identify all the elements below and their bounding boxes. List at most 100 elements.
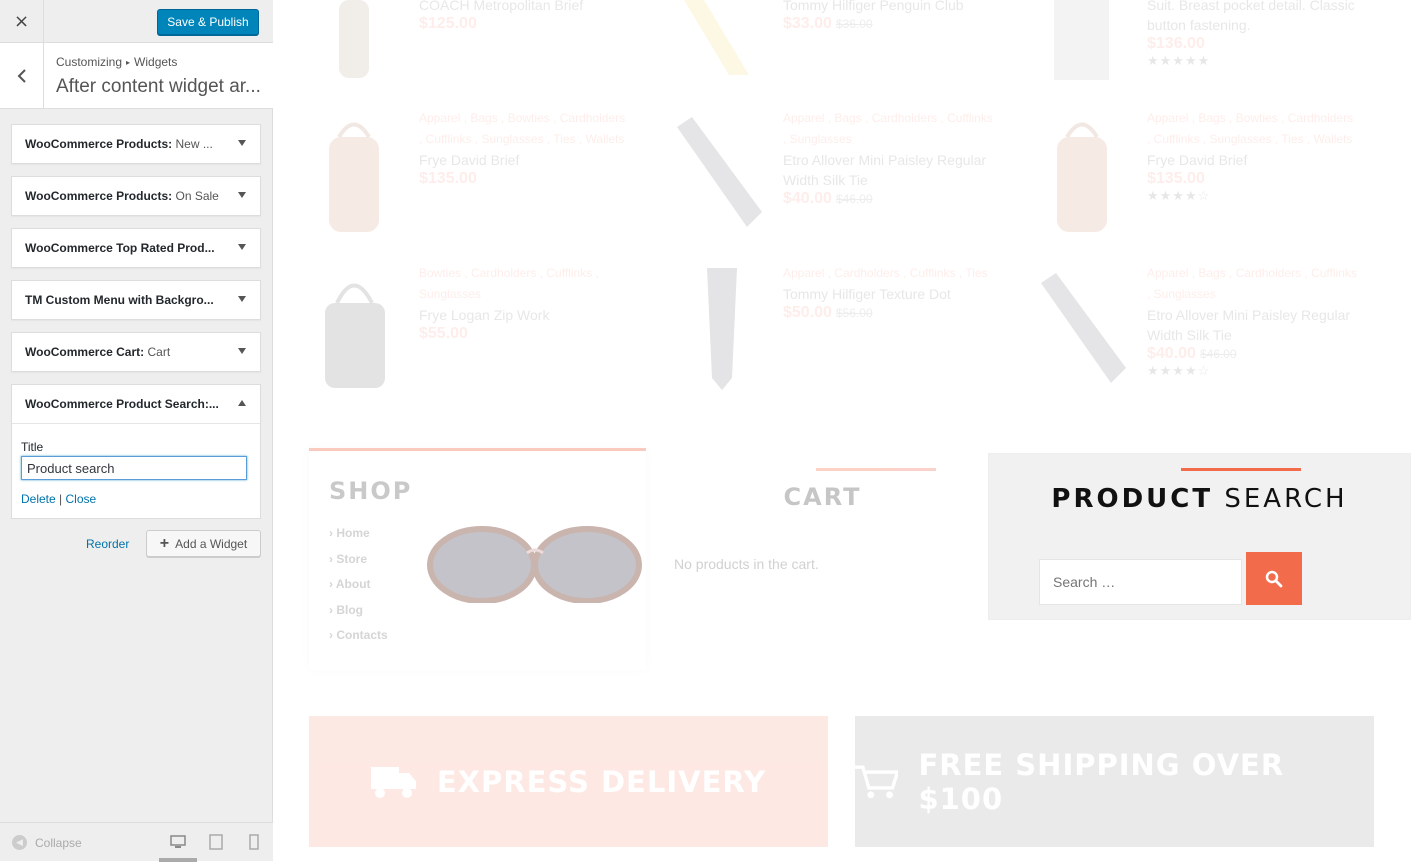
plus-icon: +	[159, 534, 170, 552]
section-title: After content widget ar...	[56, 76, 261, 97]
desktop-preview-icon[interactable]	[170, 834, 186, 850]
widget-woocommerce-product-search[interactable]: WooCommerce Product Search:...	[11, 384, 261, 424]
title-bold: PRODUCT	[1051, 484, 1214, 514]
product-card: Apparel , Cardholders , Cufflinks , Ties…	[783, 263, 998, 322]
express-delivery-banner: EXPRESS DELIVERY	[309, 716, 828, 847]
widget-woocommerce-top-rated[interactable]: WooCommerce Top Rated Prod...	[11, 228, 261, 268]
site-preview: COACH Metropolitan Brief $125.00 Tommy H…	[274, 0, 1411, 861]
widget-woocommerce-cart[interactable]: WooCommerce Cart: Cart	[11, 332, 261, 372]
banner-text: FREE SHIPPING OVER $100	[918, 747, 1285, 816]
add-widget-label: Add a Widget	[175, 536, 248, 551]
shop-menu: › Home › Store › About › Blog › Contacts	[329, 521, 388, 649]
shop-menu-widget: SHOP › Home › Store › About › Blog › Con…	[309, 448, 646, 670]
price-current: $136.00	[1147, 35, 1205, 52]
product-card: Apparel , Bags , Bowties , Cardholders ,…	[1147, 108, 1362, 204]
reorder-link[interactable]: Reorder	[86, 537, 129, 551]
product-name: COACH Metropolitan Brief	[419, 0, 584, 13]
widget-name: WooCommerce Top Rated Prod...	[25, 241, 215, 255]
back-button[interactable]	[0, 43, 44, 108]
widget-toggle-icon[interactable]	[238, 348, 246, 354]
widget-name: WooCommerce Products:	[25, 137, 173, 151]
product-price: $136.00	[1147, 35, 1377, 53]
add-widget-button[interactable]: + Add a Widget	[146, 530, 261, 557]
widget-name: WooCommerce Product Search:...	[25, 397, 219, 411]
product-search-input[interactable]	[1039, 559, 1242, 605]
shop-menu-item[interactable]: › About	[329, 572, 388, 598]
customizer-footer: ◀ Collapse	[0, 822, 273, 862]
shop-menu-item[interactable]: › Store	[329, 547, 388, 573]
widget-subtitle: New ...	[175, 137, 213, 151]
collapse-button[interactable]: ◀ Collapse	[12, 835, 82, 850]
product-search-title: PRODUCT SEARCH	[989, 484, 1410, 514]
product-card: Apparel , Bags , Bowties , Cardholders ,…	[419, 108, 634, 188]
search-accent-bar	[1181, 468, 1301, 471]
widget-toggle-icon[interactable]	[238, 400, 246, 406]
tablet-preview-icon[interactable]	[208, 834, 224, 850]
price-old: $46.00	[835, 192, 873, 206]
price-current: $135.00	[1147, 170, 1205, 187]
banner-text: EXPRESS DELIVERY	[436, 764, 767, 799]
title-light: SEARCH	[1224, 484, 1348, 514]
widget-woocommerce-products-new[interactable]: WooCommerce Products: New ...	[11, 124, 261, 164]
product-thumbnail	[684, 0, 749, 75]
cart-title: CART	[783, 483, 862, 511]
product-categories: Apparel , Bags , Bowties , Cardholders ,…	[419, 111, 626, 146]
price-current: $125.00	[419, 15, 477, 32]
mobile-preview-icon[interactable]	[246, 834, 262, 850]
close-icon: ×	[13, 11, 30, 32]
widget-title: WooCommerce Product Search:...	[25, 397, 225, 411]
shop-title: SHOP	[329, 477, 413, 505]
widget-toggle-icon[interactable]	[238, 192, 246, 198]
rating-stars: ★★★★☆	[1147, 188, 1211, 203]
breadcrumb-current: Widgets	[134, 55, 178, 69]
widget-form: Title Delete | Close	[11, 423, 261, 519]
shop-menu-item[interactable]: › Contacts	[329, 623, 388, 649]
close-link[interactable]: Close	[66, 492, 97, 506]
widget-toggle-icon[interactable]	[238, 244, 246, 250]
widget-title: TM Custom Menu with Backgro...	[25, 293, 225, 307]
breadcrumb-separator: ▸	[126, 58, 131, 67]
customizer-header: × Save & Publish	[0, 0, 273, 43]
shop-menu-item[interactable]: › Blog	[329, 598, 388, 624]
product-card: Tommy Hilfiger Penguin Club $33.00 $36.00	[783, 0, 998, 33]
widget-name: WooCommerce Products:	[25, 189, 173, 203]
product-name: Suit. Breast pocket detail. Classic butt…	[1147, 0, 1355, 33]
price-current: $55.00	[419, 325, 468, 342]
menu-label: Blog	[336, 602, 364, 617]
widget-woocommerce-products-on-sale[interactable]: WooCommerce Products: On Sale	[11, 176, 261, 216]
product-card: Apparel , Bags , Cardholders , Cufflinks…	[783, 108, 998, 208]
widget-name: TM Custom Menu with Backgro...	[25, 293, 214, 307]
close-customizer-button[interactable]: ×	[0, 0, 44, 43]
save-publish-button[interactable]: Save & Publish	[157, 9, 259, 35]
product-name: Etro Allover Mini Paisley Regular Width …	[783, 152, 987, 188]
rating-stars: ★★★★☆	[1147, 363, 1211, 378]
menu-label: About	[335, 577, 371, 591]
title-input[interactable]	[21, 456, 247, 480]
widget-toggle-icon[interactable]	[238, 296, 246, 302]
product-name: Frye David Brief	[1147, 152, 1248, 168]
menu-label: Store	[336, 551, 368, 566]
customizer-sidebar: × Save & Publish Customizing ▸ Widgets Aft…	[0, 0, 273, 862]
breadcrumb-parent: Customizing	[56, 55, 123, 69]
price-old: $36.00	[835, 17, 873, 31]
product-search-button[interactable]	[1246, 552, 1302, 605]
widget-toggle-icon[interactable]	[238, 140, 246, 146]
collapse-label: Collapse	[35, 835, 82, 850]
product-categories: Apparel , Bags , Cardholders , Cufflinks…	[1147, 266, 1357, 301]
widget-subtitle: Cart	[147, 345, 171, 359]
product-price: $50.00 $56.00	[783, 304, 998, 322]
sunglasses-image	[427, 526, 642, 603]
widget-tm-custom-menu[interactable]: TM Custom Menu with Backgro...	[11, 280, 261, 320]
menu-label: Home	[336, 526, 370, 540]
shop-menu-item[interactable]: › Home	[329, 521, 388, 547]
product-price: $55.00	[419, 325, 634, 343]
breadcrumb: Customizing ▸ Widgets	[56, 55, 177, 69]
product-card: COACH Metropolitan Brief $125.00	[419, 0, 634, 33]
widget-title: WooCommerce Top Rated Prod...	[25, 241, 225, 255]
chevron-left-icon	[17, 68, 26, 83]
cart-icon	[855, 764, 899, 798]
cart-accent-bar	[816, 468, 936, 471]
product-thumbnail	[339, 0, 369, 78]
delete-link[interactable]: Delete	[21, 492, 56, 506]
menu-label: Contacts	[336, 628, 388, 642]
